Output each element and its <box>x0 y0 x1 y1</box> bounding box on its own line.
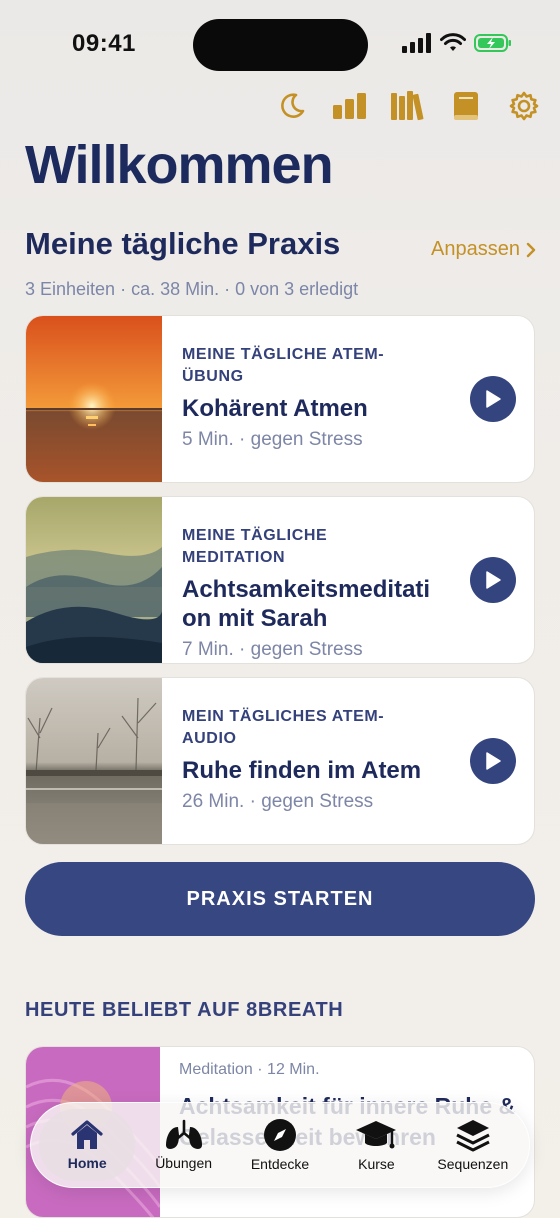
adjust-link[interactable]: Anpassen <box>431 238 536 261</box>
card-body: MEIN TÄGLICHES ATEM-AUDIO Ruhe finden im… <box>162 678 534 844</box>
card-kicker: MEIN TÄGLICHES ATEM-AUDIO <box>182 708 385 747</box>
play-button[interactable] <box>470 557 516 603</box>
practice-summary: 3 Einheiten · ca. 38 Min. · 0 von 3 erle… <box>25 279 359 299</box>
gear-icon[interactable] <box>506 88 542 124</box>
tab-kurse[interactable]: Kurse <box>328 1109 424 1181</box>
popular-title: HEUTE BELIEBT AUF 8BREATH <box>25 999 344 1021</box>
compass-icon <box>264 1119 297 1151</box>
top-toolbar <box>274 88 542 124</box>
page-title: Willkommen <box>25 135 334 195</box>
battery-icon <box>474 34 511 52</box>
wifi-icon <box>440 33 466 51</box>
tab-uebungen[interactable]: Übungen <box>135 1109 231 1181</box>
play-icon <box>486 752 501 770</box>
card-meta: 7 Min. · gegen Stress <box>182 639 363 660</box>
practice-card-breathing[interactable]: MEINE TÄGLICHE ATEM-ÜBUNG Kohärent Atmen… <box>25 315 535 483</box>
tab-sequenzen[interactable]: Sequenzen <box>425 1109 521 1181</box>
tab-bar: Home Übungen Entdecke Kurse Sequenzen <box>30 1102 530 1188</box>
card-title: Kohärent Atmen <box>182 395 368 422</box>
misty-mountains-image <box>26 497 162 663</box>
play-icon <box>486 390 501 408</box>
adjust-label: Anpassen <box>431 238 520 260</box>
card-kicker: MEINE TÄGLICHE ATEM-ÜBUNG <box>182 346 385 385</box>
tab-label: Sequenzen <box>437 1156 509 1172</box>
graduation-cap-icon <box>356 1121 397 1149</box>
tab-entdecke[interactable]: Entdecke <box>232 1109 328 1181</box>
book-icon[interactable] <box>448 88 484 124</box>
card-meta: 26 Min. · gegen Stress <box>182 791 374 812</box>
card-kicker: MEINE TÄGLICHE MEDITATION <box>182 527 328 566</box>
card-title: Achtsamkeitsmeditation mit Sarah <box>182 576 431 632</box>
tab-label: Home <box>67 1155 107 1171</box>
tab-label: Entdecke <box>250 1156 310 1172</box>
tab-label: Übungen <box>155 1155 213 1171</box>
card-body: MEINE TÄGLICHE ATEM-ÜBUNG Kohärent Atmen… <box>162 316 534 482</box>
practice-card-audio[interactable]: MEIN TÄGLICHES ATEM-AUDIO Ruhe finden im… <box>25 677 535 845</box>
chevron-right-icon <box>526 242 536 257</box>
status-time: 09:41 <box>72 30 136 57</box>
moon-icon[interactable] <box>274 88 310 124</box>
card-title: Ruhe finden im Atem <box>182 757 422 784</box>
dynamic-island <box>193 19 368 71</box>
card-meta: 5 Min. · gegen Stress <box>182 429 363 450</box>
misty-lake-image <box>26 678 162 844</box>
status-icons <box>402 33 512 53</box>
card-body: MEINE TÄGLICHE MEDITATION Achtsamkeitsme… <box>162 497 534 663</box>
layers-icon <box>456 1120 490 1152</box>
play-button[interactable] <box>470 738 516 784</box>
sunset-image <box>26 316 162 482</box>
start-practice-button[interactable]: PRAXIS STARTEN <box>25 862 535 936</box>
status-bar: 09:41 <box>0 0 560 92</box>
bar-chart-icon[interactable] <box>332 88 368 124</box>
tab-label: Kurse <box>358 1156 395 1172</box>
signal-icon <box>402 33 431 53</box>
practice-title: Meine tägliche Praxis <box>25 226 341 261</box>
practice-card-meditation[interactable]: MEINE TÄGLICHE MEDITATION Achtsamkeitsme… <box>25 496 535 664</box>
lungs-icon <box>165 1119 202 1149</box>
play-button[interactable] <box>470 376 516 422</box>
play-icon <box>486 571 501 589</box>
home-icon <box>71 1120 103 1149</box>
library-icon[interactable] <box>390 88 426 124</box>
popular-meta: Meditation · 12 Min. <box>179 1061 320 1078</box>
tab-home[interactable]: Home <box>39 1109 136 1181</box>
